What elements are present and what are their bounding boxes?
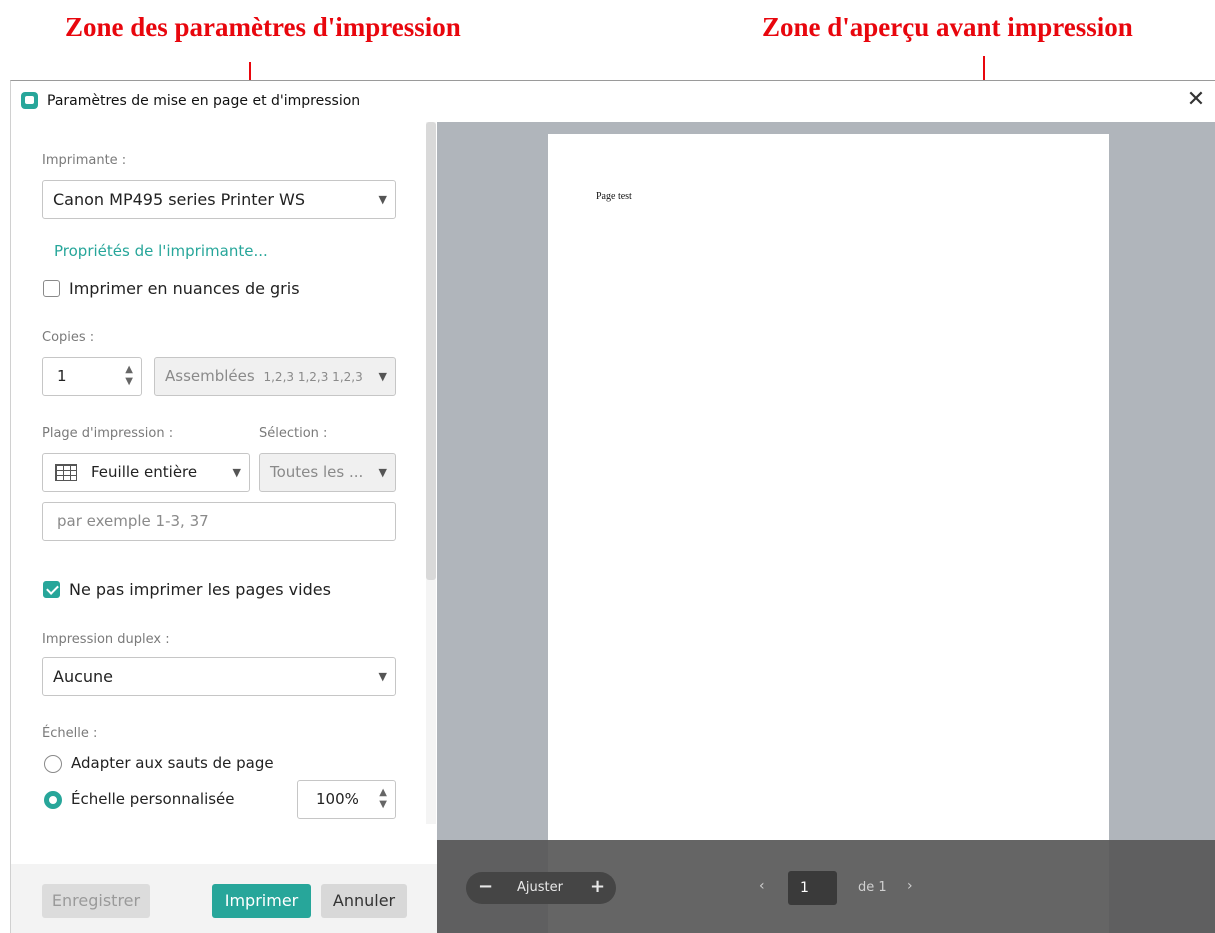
scale-value: 100%	[316, 790, 359, 808]
chevron-down-icon: ▼	[378, 466, 387, 479]
zoom-out-icon[interactable]: −	[478, 876, 493, 897]
skip-blank-pages-checkbox[interactable]	[43, 581, 60, 598]
cancel-button[interactable]: Annuler	[321, 884, 407, 918]
preview-page-text: Page test	[596, 191, 632, 202]
collate-hint: 1,2,3 1,2,3 1,2,3	[263, 370, 363, 384]
chevron-down-icon: ▼	[378, 370, 387, 383]
printer-value: Canon MP495 series Printer WS	[53, 190, 305, 209]
settings-panel: Imprimante : Canon MP495 series Printer …	[11, 122, 437, 933]
selection-value: Toutes les ...	[270, 463, 364, 481]
save-button[interactable]: Enregistrer	[42, 884, 150, 918]
window-title: Paramètres de mise en page et d'impressi…	[47, 93, 361, 109]
skip-blank-pages-label: Ne pas imprimer les pages vides	[69, 580, 331, 599]
print-settings-dialog: Paramètres de mise en page et d'impressi…	[10, 80, 1215, 933]
chevron-down-icon: ▼	[378, 670, 387, 683]
copies-stepper[interactable]: 1 ▲ ▼	[42, 357, 142, 396]
close-icon[interactable]: ✕	[1183, 87, 1209, 113]
stepper-arrows-icon[interactable]: ▲ ▼	[125, 364, 133, 388]
print-range-label: Plage d'impression :	[42, 426, 174, 441]
dialog-footer: Enregistrer Imprimer Annuler	[11, 864, 437, 933]
printer-label: Imprimante :	[42, 153, 127, 168]
printer-properties-link[interactable]: Propriétés de l'imprimante...	[54, 242, 268, 260]
scale-custom-radio[interactable]	[44, 791, 62, 809]
zoom-in-icon[interactable]: +	[590, 876, 605, 897]
preview-toolbar: − Ajuster + ‹ 1 de 1 ›	[437, 840, 1215, 933]
chevron-left-icon[interactable]: ‹	[759, 878, 765, 894]
stepper-arrows-icon[interactable]: ▲ ▼	[379, 787, 387, 811]
copies-value: 1	[57, 367, 67, 385]
chevron-right-icon[interactable]: ›	[907, 878, 913, 894]
annotation-settings-zone: Zone des paramètres d'impression	[65, 12, 461, 42]
app-icon	[21, 92, 38, 109]
collate-select[interactable]: Assemblées 1,2,3 1,2,3 1,2,3 ▼	[154, 357, 396, 396]
collate-value: Assemblées	[165, 367, 255, 385]
annotation-preview-zone: Zone d'aperçu avant impression	[762, 12, 1133, 42]
scale-stepper[interactable]: 100% ▲ ▼	[297, 780, 396, 819]
printer-select[interactable]: Canon MP495 series Printer WS ▼	[42, 180, 396, 219]
settings-scrollbar-thumb[interactable]	[426, 122, 436, 580]
preview-page: Page test	[548, 134, 1109, 933]
scale-fit-label: Adapter aux sauts de page	[71, 754, 274, 772]
scale-custom-label: Échelle personnalisée	[71, 790, 235, 808]
selection-select[interactable]: Toutes les ... ▼	[259, 453, 396, 492]
zoom-fit-button[interactable]: Ajuster	[517, 880, 563, 895]
scale-fit-radio[interactable]	[44, 755, 62, 773]
selection-label: Sélection :	[259, 426, 328, 441]
duplex-label: Impression duplex :	[42, 632, 170, 647]
chevron-down-icon: ▼	[232, 466, 241, 479]
page-range-input[interactable]: par exemple 1-3, 37	[42, 502, 396, 541]
grayscale-checkbox[interactable]	[43, 280, 60, 297]
title-bar: Paramètres de mise en page et d'impressi…	[11, 81, 1215, 122]
copies-label: Copies :	[42, 330, 95, 345]
print-button[interactable]: Imprimer	[212, 884, 311, 918]
print-preview-area: Page test − Ajuster + ‹ 1 de 1 ›	[437, 122, 1215, 933]
sheet-grid-icon	[55, 464, 77, 481]
page-count: de 1	[858, 880, 887, 895]
duplex-value: Aucune	[53, 667, 114, 686]
zoom-control: − Ajuster +	[466, 872, 616, 904]
print-range-value: Feuille entière	[91, 463, 198, 481]
print-range-select[interactable]: Feuille entière ▼	[42, 453, 250, 492]
page-number-input[interactable]: 1	[788, 871, 837, 905]
chevron-down-icon: ▼	[378, 193, 387, 206]
grayscale-label: Imprimer en nuances de gris	[69, 279, 300, 298]
duplex-select[interactable]: Aucune ▼	[42, 657, 396, 696]
scale-label: Échelle :	[42, 726, 98, 741]
